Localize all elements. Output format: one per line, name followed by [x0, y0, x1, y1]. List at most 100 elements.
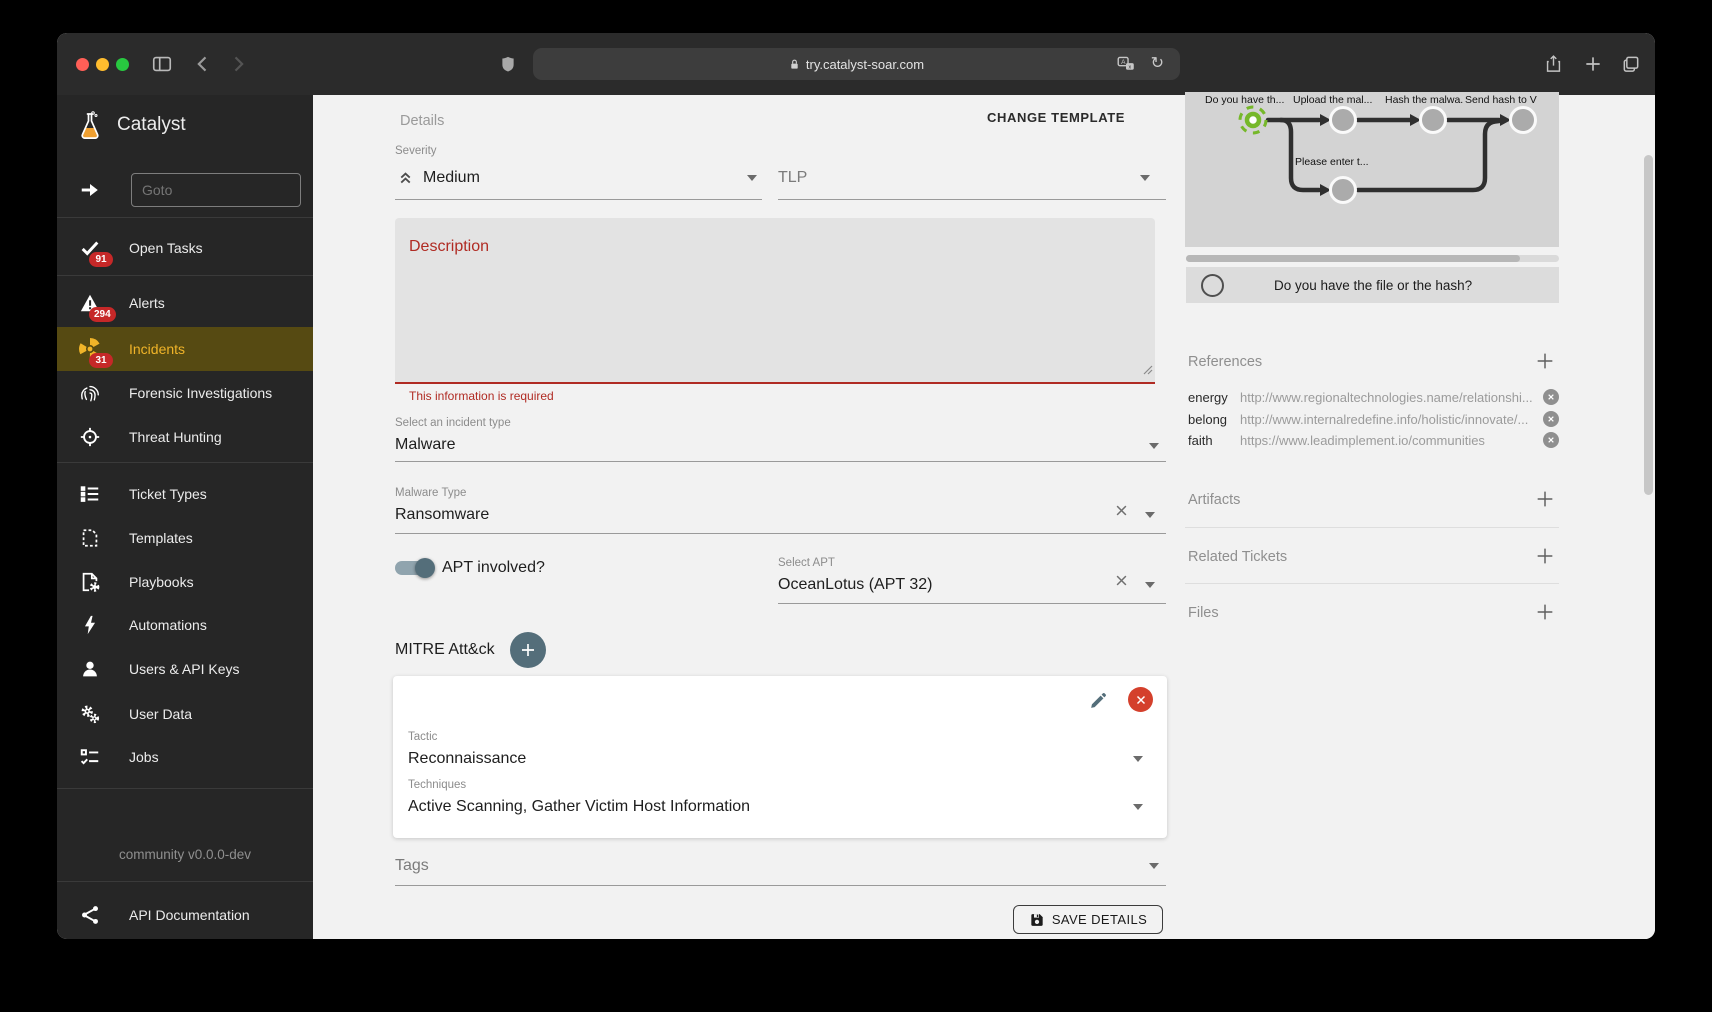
- description-textarea[interactable]: Description: [395, 218, 1155, 384]
- sidebar-item-open-tasks[interactable]: 91 Open Tasks: [57, 226, 313, 270]
- remove-reference-icon[interactable]: [1543, 389, 1559, 405]
- task-question: Do you have the file or the hash?: [1274, 278, 1472, 293]
- apt-value[interactable]: OceanLotus (APT 32): [778, 576, 932, 594]
- back-icon[interactable]: [193, 54, 213, 79]
- malware-type-dropdown-icon[interactable]: [1145, 512, 1155, 523]
- graph-branch-label: Please enter t...: [1295, 156, 1369, 168]
- task-radio[interactable]: [1201, 274, 1224, 297]
- goto-input[interactable]: [131, 173, 301, 207]
- apt-toggle[interactable]: [395, 561, 431, 575]
- tactic-label: Tactic: [408, 731, 437, 743]
- techniques-value[interactable]: Active Scanning, Gather Victim Host Info…: [408, 798, 750, 816]
- incident-type-value[interactable]: Malware: [395, 436, 455, 454]
- sidebar-item-users-api-keys[interactable]: Users & API Keys: [57, 647, 313, 691]
- add-file-icon[interactable]: [1534, 601, 1556, 628]
- sidebar-item-automations[interactable]: Automations: [57, 603, 313, 647]
- techniques-label: Techniques: [408, 779, 466, 791]
- graph-scrollbar-thumb[interactable]: [1186, 255, 1520, 262]
- reference-link[interactable]: https://www.leadimplement.io/communities: [1240, 433, 1535, 448]
- incident-type-label: Select an incident type: [395, 417, 511, 429]
- svg-text:A: A: [1121, 59, 1126, 66]
- severity-medium-icon: [397, 168, 414, 190]
- malware-type-label: Malware Type: [395, 487, 466, 499]
- apt-clear-icon[interactable]: [1114, 573, 1129, 593]
- references-title: References: [1188, 354, 1262, 370]
- remove-reference-icon[interactable]: [1543, 432, 1559, 448]
- change-template-button[interactable]: CHANGE TEMPLATE: [981, 109, 1131, 126]
- minimize-window-button[interactable]: [96, 58, 109, 71]
- severity-dropdown-icon[interactable]: [747, 175, 757, 186]
- sidebar-item-api-documentation[interactable]: API Documentation: [57, 890, 313, 939]
- sidebar-item-threat-hunting[interactable]: Threat Hunting: [57, 415, 313, 459]
- save-details-button[interactable]: SAVE DETAILS: [1013, 905, 1163, 934]
- description-label: Description: [409, 238, 489, 256]
- add-related-ticket-icon[interactable]: [1534, 545, 1556, 572]
- new-tab-icon[interactable]: [1583, 54, 1603, 79]
- tab-overview-icon[interactable]: [1621, 54, 1641, 79]
- files-title: Files: [1188, 605, 1219, 621]
- task-list-icon: [77, 746, 103, 768]
- template-file-icon: [77, 527, 103, 549]
- reference-link[interactable]: http://www.internalredefine.info/holisti…: [1240, 412, 1535, 427]
- reference-row: energy http://www.regionaltechnologies.n…: [1188, 387, 1559, 407]
- lock-icon: [789, 58, 800, 71]
- severity-value[interactable]: Medium: [423, 169, 480, 187]
- shield-icon[interactable]: [499, 54, 517, 79]
- page-scrollbar-thumb[interactable]: [1644, 155, 1653, 495]
- reload-icon[interactable]: ↻: [1151, 53, 1164, 73]
- mitre-title: MITRE Att&ck: [395, 641, 495, 659]
- sidebar-item-ticket-types[interactable]: Ticket Types: [57, 472, 313, 516]
- browser-window: try.catalyst-soar.com Ax ↻ Cat: [57, 33, 1655, 939]
- sidebar-item-alerts[interactable]: 294 Alerts: [57, 281, 313, 325]
- techniques-dropdown-icon[interactable]: [1133, 804, 1143, 815]
- sidebar-toggle-icon[interactable]: [151, 53, 173, 80]
- sidebar-item-user-data[interactable]: User Data: [57, 692, 313, 736]
- incident-type-dropdown-icon[interactable]: [1149, 443, 1159, 454]
- alerts-badge: 294: [89, 307, 116, 322]
- malware-type-clear-icon[interactable]: [1114, 503, 1129, 523]
- malware-type-value[interactable]: Ransomware: [395, 506, 489, 524]
- mitre-add-button[interactable]: [510, 632, 546, 668]
- graph-node-label: Hash the malwa.: [1385, 94, 1463, 106]
- tactic-dropdown-icon[interactable]: [1133, 756, 1143, 767]
- version-label: community v0.0.0-dev: [57, 847, 313, 862]
- share-nodes-icon: [77, 904, 103, 926]
- sidebar-item-incidents[interactable]: 31 Incidents: [57, 327, 313, 371]
- delete-mitre-icon[interactable]: [1128, 687, 1153, 712]
- remove-reference-icon[interactable]: [1543, 411, 1559, 427]
- tactic-value[interactable]: Reconnaissance: [408, 750, 526, 768]
- sidebar-item-templates[interactable]: Templates: [57, 516, 313, 560]
- add-artifact-icon[interactable]: [1534, 488, 1556, 515]
- sidebar-item-jobs[interactable]: Jobs: [57, 735, 313, 779]
- url-text: try.catalyst-soar.com: [806, 57, 924, 72]
- apt-dropdown-icon[interactable]: [1145, 582, 1155, 593]
- graph-scrollbar-track[interactable]: [1186, 255, 1559, 262]
- task-row[interactable]: Do you have the file or the hash?: [1186, 267, 1559, 303]
- resize-handle[interactable]: [1143, 362, 1153, 380]
- zoom-window-button[interactable]: [116, 58, 129, 71]
- mitre-card: Tactic Reconnaissance Techniques Active …: [393, 676, 1167, 838]
- catalyst-flask-icon: [77, 110, 103, 140]
- tags-field[interactable]: Tags: [395, 857, 429, 875]
- edit-pencil-icon[interactable]: [1089, 690, 1109, 715]
- forward-icon[interactable]: [228, 54, 248, 79]
- goto-row: [57, 168, 313, 212]
- tlp-dropdown-icon[interactable]: [1140, 175, 1150, 186]
- translate-icon[interactable]: Ax: [1116, 55, 1136, 78]
- close-window-button[interactable]: [76, 58, 89, 71]
- related-tickets-title: Related Tickets: [1188, 549, 1287, 565]
- tlp-field[interactable]: TLP: [778, 169, 807, 187]
- fingerprint-icon: [77, 382, 103, 404]
- sidebar-item-playbooks[interactable]: Playbooks: [57, 560, 313, 604]
- add-reference-icon[interactable]: [1534, 350, 1556, 377]
- share-icon[interactable]: [1544, 53, 1563, 80]
- sidebar-item-forensic-investigations[interactable]: Forensic Investigations: [57, 371, 313, 415]
- tags-dropdown-icon[interactable]: [1149, 863, 1159, 874]
- playbook-graph[interactable]: Do you have th... Upload the mal... Hash…: [1185, 92, 1559, 247]
- reference-link[interactable]: http://www.regionaltechnologies.name/rel…: [1240, 390, 1535, 405]
- graph-node-label: Do you have th...: [1205, 94, 1284, 106]
- browser-toolbar: try.catalyst-soar.com Ax ↻: [57, 33, 1655, 95]
- graph-node-label: Send hash to V: [1465, 94, 1537, 106]
- artifacts-title: Artifacts: [1188, 492, 1240, 508]
- address-bar[interactable]: try.catalyst-soar.com Ax ↻: [533, 48, 1180, 80]
